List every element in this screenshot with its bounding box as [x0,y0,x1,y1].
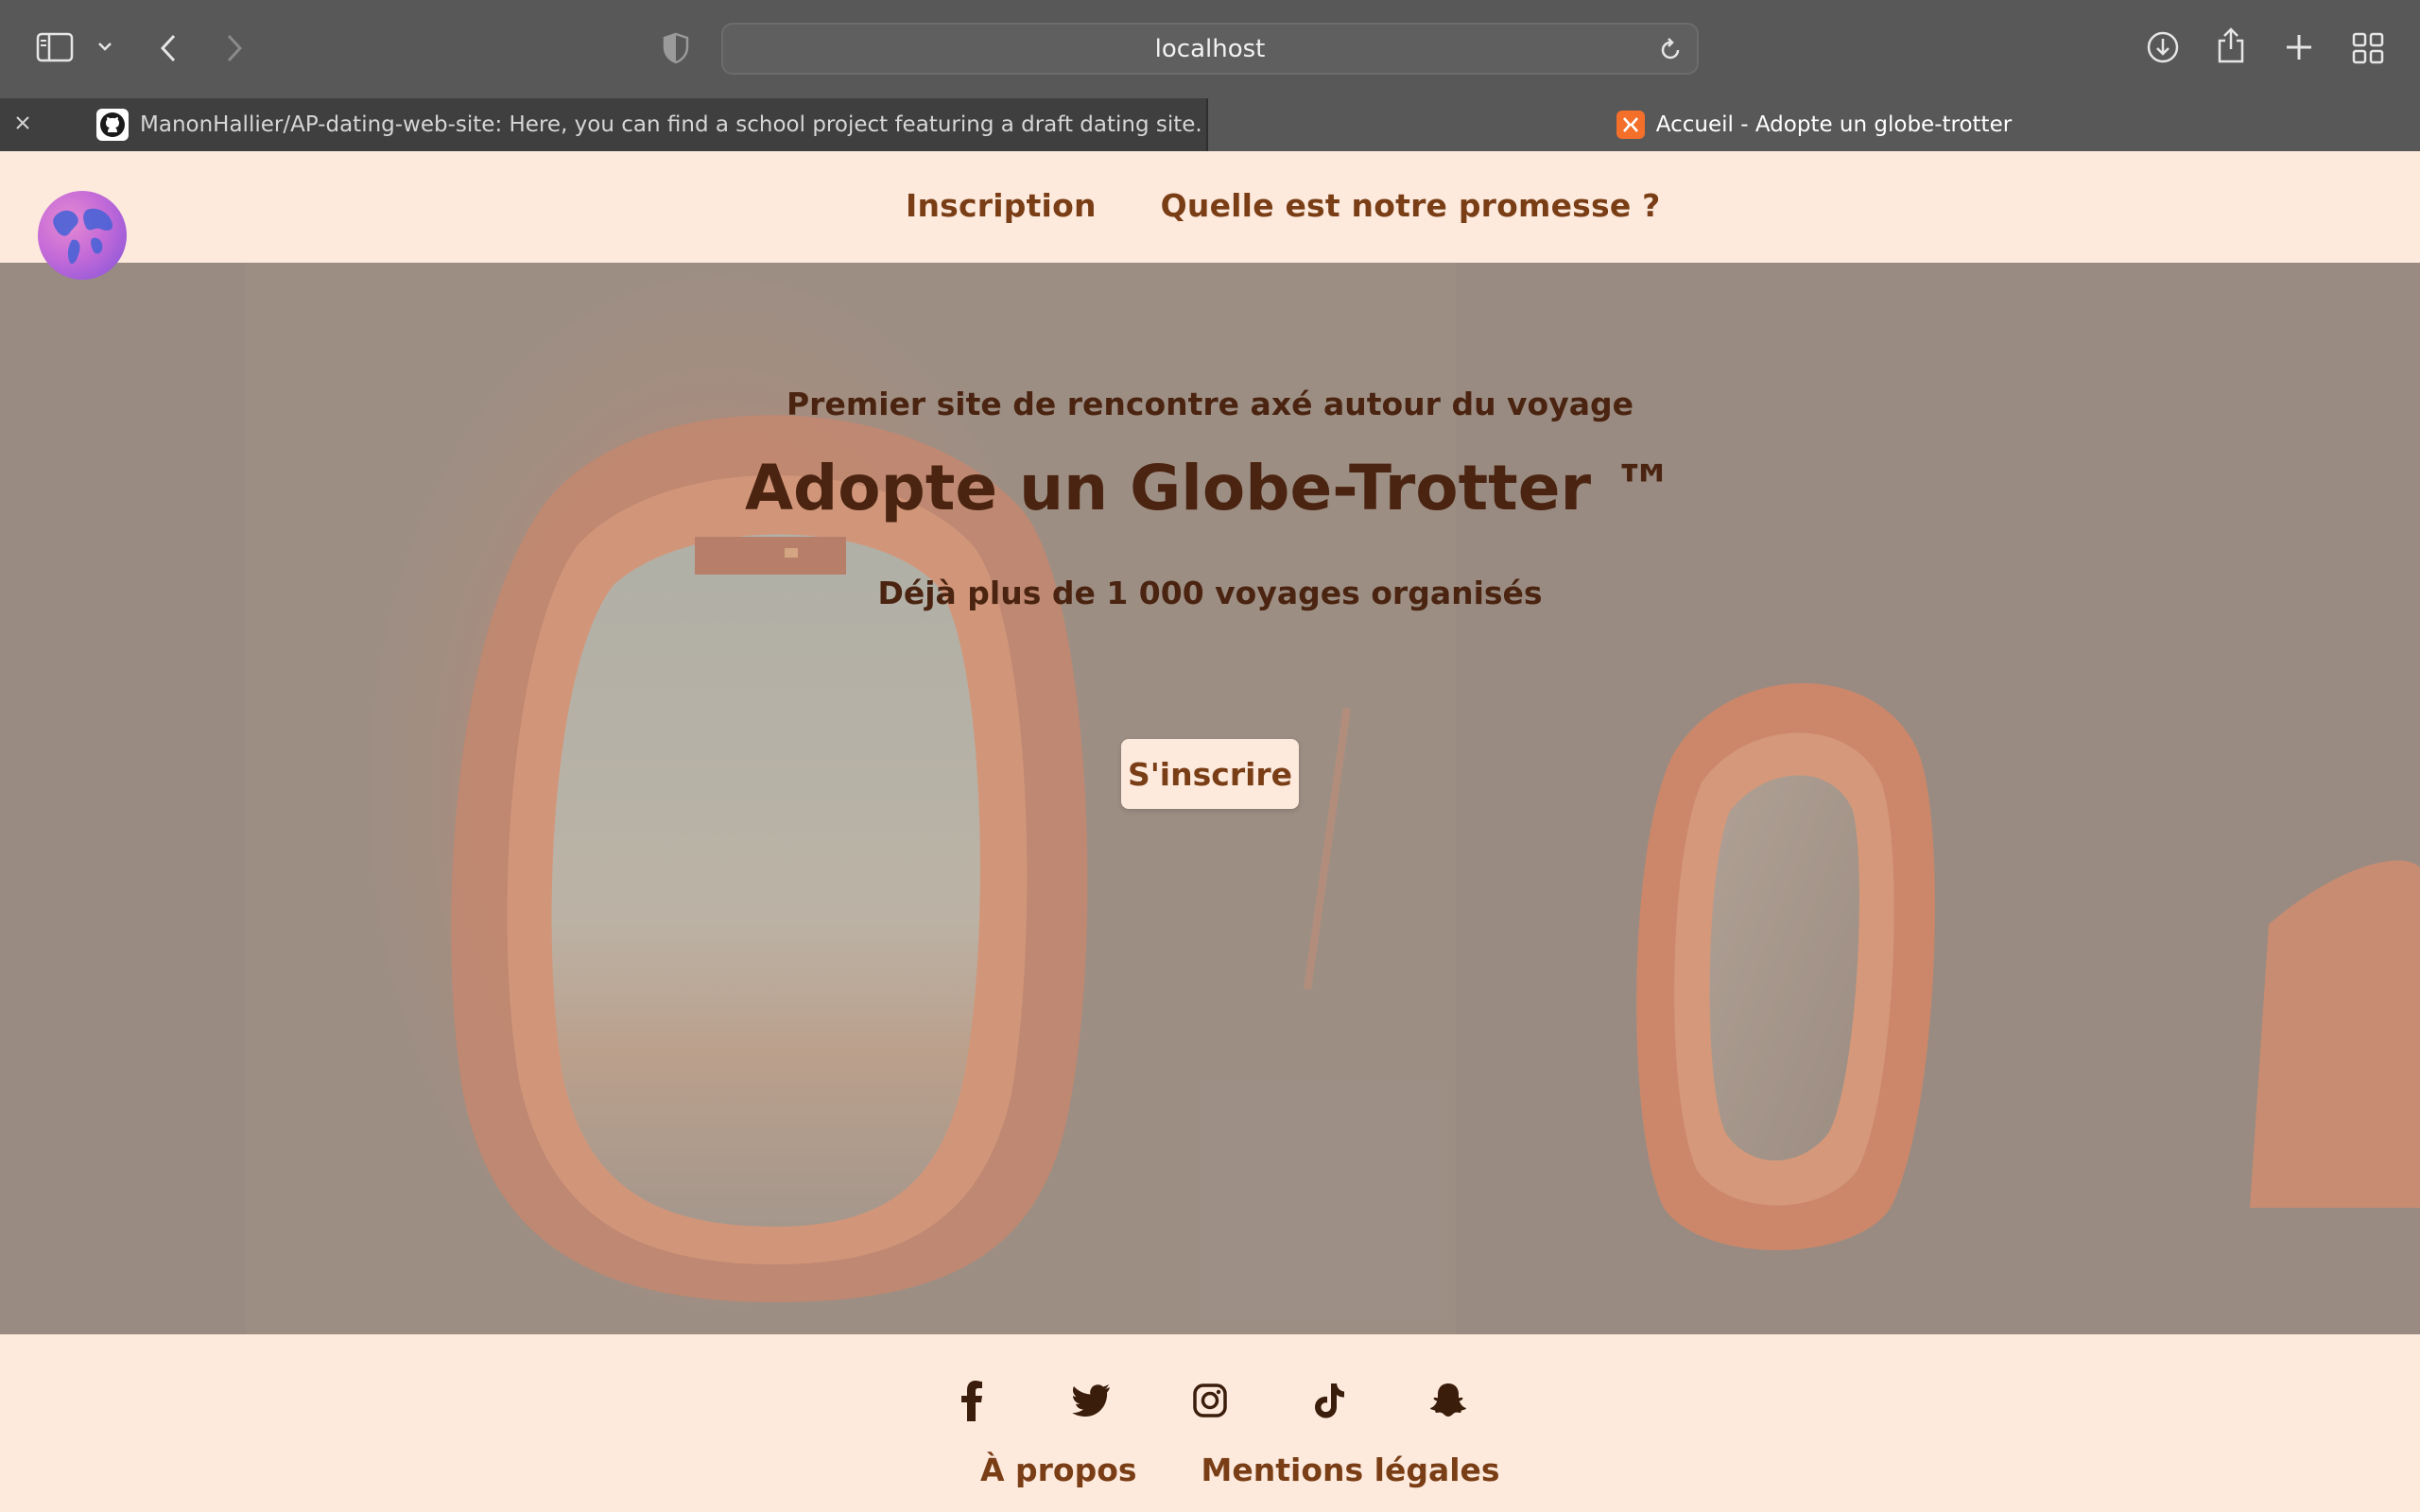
tab-close-button[interactable] [13,113,32,138]
snapchat-icon[interactable] [1427,1380,1469,1421]
tab-bar: ManonHallier/AP-dating-web-site: Here, y… [0,98,2420,151]
hero-title: Adopte un Globe-Trotter ™ [744,452,1676,524]
grid-icon [2352,32,2384,64]
twitter-icon[interactable] [1070,1380,1112,1421]
back-button[interactable] [157,32,180,64]
nav-link-promesse[interactable]: Quelle est notre promesse ? [1161,187,1661,224]
tab-overview-button[interactable] [2352,32,2384,64]
tab-accueil[interactable]: Accueil - Adopte un globe-trotter [1208,98,2420,151]
site-footer: À propos Mentions légales [0,1334,2420,1512]
tab-title: ManonHallier/AP-dating-web-site: Here, y… [140,112,1202,137]
tab-github[interactable]: ManonHallier/AP-dating-web-site: Here, y… [0,98,1208,151]
github-icon [96,109,129,141]
chevron-left-icon [160,34,176,62]
url-text: localhost [1154,34,1266,63]
share-icon [2218,27,2244,63]
hero-section: Premier site de rencontre axé autour du … [0,263,2420,1334]
sidebar-icon [36,32,74,62]
xampp-icon [1616,111,1645,139]
globe-logo[interactable] [38,191,127,280]
plus-icon [2287,35,2311,60]
close-icon [16,116,29,129]
globe-icon [53,208,113,265]
forward-button[interactable] [223,32,246,64]
downloads-button[interactable] [2146,30,2180,64]
new-tab-button[interactable] [2284,32,2314,62]
facebook-icon[interactable] [951,1380,993,1421]
tiktok-icon[interactable] [1308,1380,1350,1421]
site-header: Inscription Quelle est notre promesse ? [0,151,2420,280]
footer-links: À propos Mentions légales [980,1452,1500,1488]
main-navigation: Inscription Quelle est notre promesse ? [906,187,1660,224]
reload-icon [1661,38,1680,60]
chevron-right-icon [227,34,243,62]
footer-link-mentions[interactable]: Mentions légales [1201,1452,1500,1488]
web-page: Inscription Quelle est notre promesse ? [0,151,2420,1512]
instagram-icon[interactable] [1189,1380,1231,1421]
share-button[interactable] [2216,26,2246,64]
reload-button[interactable] [1657,37,1684,68]
chevron-down-icon [98,43,112,51]
privacy-shield-button[interactable] [662,32,690,64]
sidebar-menu-chevron[interactable] [96,40,113,53]
browser-toolbar: localhost [0,0,2420,98]
address-bar[interactable]: localhost [721,23,1699,75]
footer-link-apropos[interactable]: À propos [980,1452,1137,1488]
nav-link-inscription[interactable]: Inscription [906,187,1097,224]
sidebar-toggle-button[interactable] [36,32,74,62]
tab-title: Accueil - Adopte un globe-trotter [1655,112,2013,137]
hero-stat: Déjà plus de 1 000 voyages organisés [877,575,1543,611]
signup-button[interactable]: S'inscrire [1121,739,1299,809]
hero-subtitle: Premier site de rencontre axé autour du … [786,386,1634,422]
social-links [0,1380,2420,1421]
download-icon [2147,31,2179,63]
shield-icon [663,32,689,64]
